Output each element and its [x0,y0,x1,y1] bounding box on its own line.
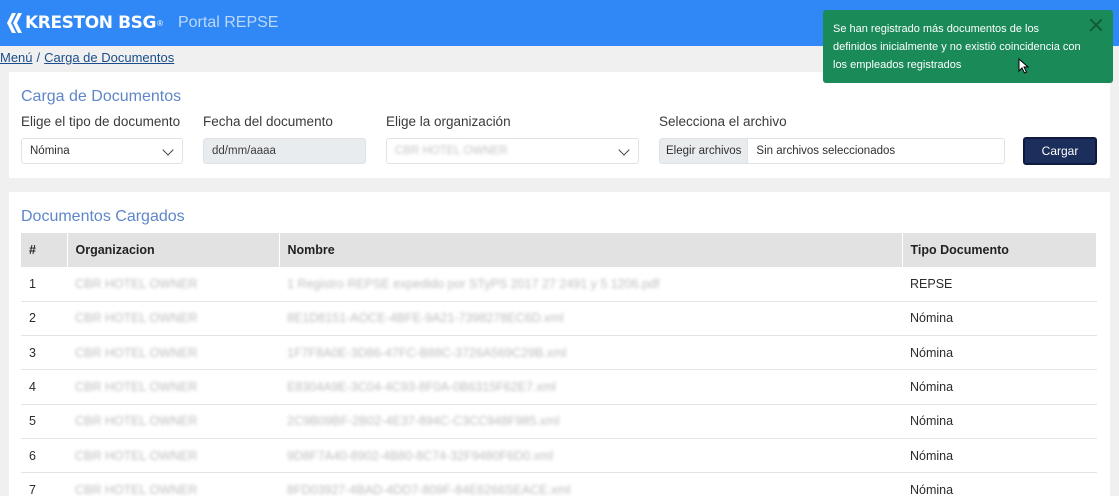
file-status-text: Sin archivos seleccionados [756,145,896,157]
row-name: 1 Registro REPSE expedido por STyPS 2017… [279,267,902,302]
kreston-k-icon [7,13,22,33]
row-organization: CBR HOTEL OWNER [67,267,279,302]
file-input[interactable]: Elegir archivos Sin archivos seleccionad… [659,138,1005,164]
row-number: 2 [21,301,67,337]
row-organization: CBR HOTEL OWNER [67,301,279,337]
date-placeholder: dd/mm/aaaa [212,145,276,157]
row-doc-type: Nómina [902,472,1097,496]
row-name: 2C9B09BF-2B02-4E37-894C-C3CC948F985.xml [279,404,902,439]
breadcrumb: Menú / Carga de Documentos [0,50,174,65]
row-number: 6 [21,438,67,474]
documents-table: # Organizacion Nombre Tipo Documento 1 C… [21,233,1097,496]
table-row[interactable]: 4 CBR HOTEL OWNER E8304A9E-3C04-4C93-8F0… [21,369,1097,405]
table-row[interactable]: 5 CBR HOTEL OWNER 2C9B09BF-2B02-4E37-894… [21,404,1097,439]
row-doc-type: Nómina [902,301,1097,337]
table-row[interactable]: 7 CBR HOTEL OWNER 8FD03927-4BAD-4DD7-809… [21,472,1097,496]
close-icon[interactable] [1089,18,1103,32]
row-number: 3 [21,335,67,371]
row-organization: CBR HOTEL OWNER [67,404,279,439]
mouse-cursor-icon [1018,58,1030,74]
col-header-name[interactable]: Nombre [279,233,903,267]
row-name: 8E1D8151-AOCE-4BFE-9A21-7398278EC6D.xml [279,301,902,337]
row-name: 8FD03927-4BAD-4DD7-809F-84E6266SEACE.xml [279,472,902,496]
chevron-down-icon [162,144,174,156]
date-label: Fecha del documento [203,114,333,129]
row-name: E8304A9E-3C04-4C93-8F0A-0B6315F62E7.xml [279,369,902,405]
upload-card-title: Carga de Documentos [21,88,182,105]
logo-text: KRESTON BSG [25,13,157,33]
row-organization: CBR HOTEL OWNER [67,438,279,474]
date-input[interactable]: dd/mm/aaaa [203,138,366,164]
choose-files-button[interactable]: Elegir archivos [660,139,749,163]
org-label: Elige la organización [386,114,511,129]
row-number: 7 [21,472,67,496]
table-row[interactable]: 1 CBR HOTEL OWNER 1 Registro REPSE exped… [21,267,1097,302]
row-organization: CBR HOTEL OWNER [67,335,279,371]
col-header-organization[interactable]: Organizacion [67,233,280,267]
table-row[interactable]: 2 CBR HOTEL OWNER 8E1D8151-AOCE-4BFE-9A2… [21,301,1097,337]
doc-type-value: Nómina [30,145,70,157]
portal-title: Portal REPSE [177,14,279,31]
logo-registered-mark: ® [157,18,163,28]
kreston-logo[interactable]: KRESTON BSG ® [6,12,163,34]
row-number: 4 [21,369,67,405]
row-doc-type: Nómina [902,369,1097,405]
org-value: CBR HOTEL OWNER [395,145,508,157]
org-select[interactable]: CBR HOTEL OWNER [386,138,639,164]
breadcrumb-current-link[interactable]: Carga de Documentos [44,50,174,65]
row-organization: CBR HOTEL OWNER [67,369,279,405]
upload-card: Carga de Documentos Elige el tipo de doc… [9,72,1110,178]
row-number: 5 [21,404,67,439]
col-header-doc-type[interactable]: Tipo Documento [902,233,1097,267]
breadcrumb-menu-link[interactable]: Menú [0,50,33,65]
row-name: 9D8F7A40-8902-4B80-8C74-32F9480F6D0.xml [279,438,902,474]
row-doc-type: Nómina [902,438,1097,474]
row-number: 1 [21,267,67,302]
cargar-button[interactable]: Cargar [1023,137,1097,165]
table-row[interactable]: 6 CBR HOTEL OWNER 9D8F7A40-8902-4B80-8C7… [21,438,1097,474]
row-organization: CBR HOTEL OWNER [67,472,279,496]
breadcrumb-separator: / [36,50,41,65]
table-header-row: # Organizacion Nombre Tipo Documento [21,233,1097,267]
documents-card-title: Documentos Cargados [21,208,185,225]
doc-type-label: Elige el tipo de documento [21,114,181,129]
notification-toast: Se han registrado más documentos de los … [823,10,1113,83]
toast-message: Se han registrado más documentos de los … [833,23,1081,71]
table-row[interactable]: 3 CBR HOTEL OWNER 1F7F8A0E-3D86-47FC-B88… [21,335,1097,371]
doc-type-select[interactable]: Nómina [21,138,183,164]
row-name: 1F7F8A0E-3D86-47FC-B88C-3726A569C29B.xml [279,335,902,371]
col-header-number[interactable]: # [21,233,68,267]
row-doc-type: REPSE [902,267,1097,302]
file-label: Selecciona el archivo [659,114,787,129]
row-doc-type: Nómina [902,335,1097,371]
documents-card: Documentos Cargados # Organizacion Nombr… [9,192,1110,496]
chevron-down-icon [618,144,630,156]
row-doc-type: Nómina [902,404,1097,439]
